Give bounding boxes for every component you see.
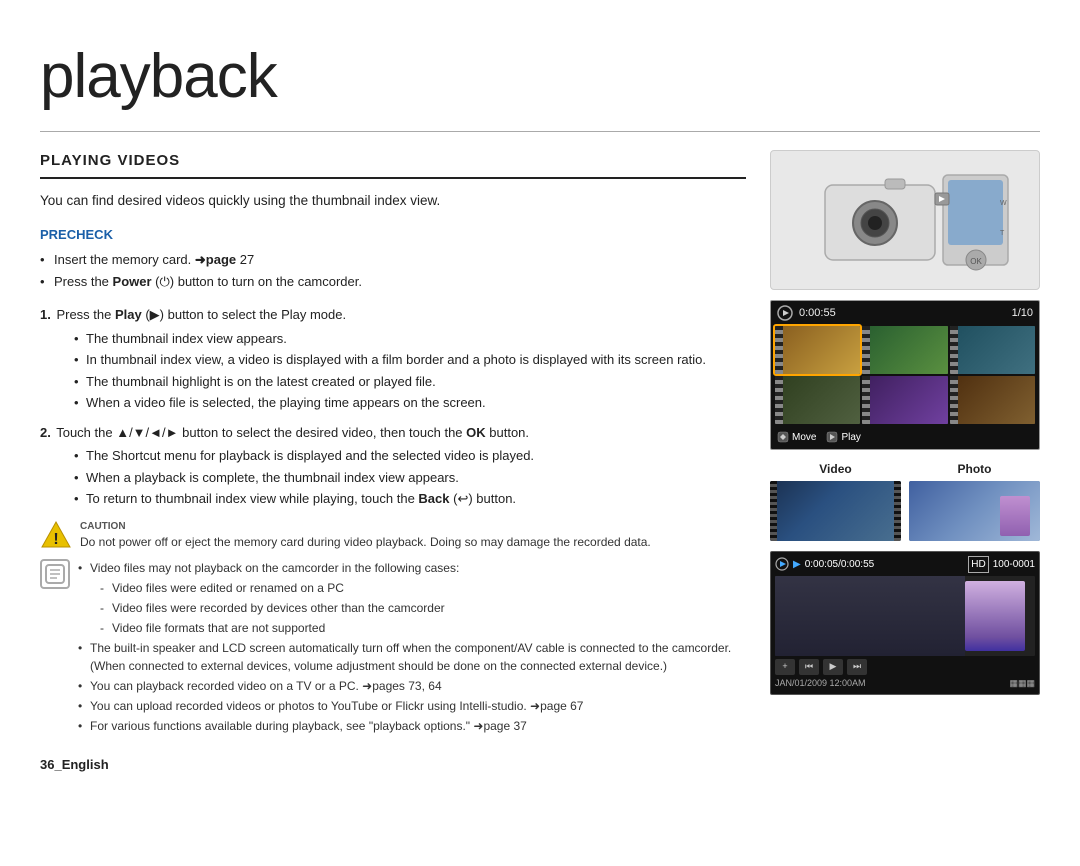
precheck-item-1: Insert the memory card. ➜page 27 (40, 250, 746, 270)
svg-text:T: T (1000, 230, 1005, 237)
note-item-2: The built-in speaker and LCD screen auto… (78, 639, 746, 675)
note-sub-1a: Video files were edited or renamed on a … (100, 579, 746, 597)
main-layout: PLAYING VIDEOS You can find desired vide… (40, 150, 1040, 775)
pb-subject (965, 581, 1025, 651)
thumb-grid (775, 326, 1035, 424)
vp-video: Video (770, 460, 901, 541)
note-sub-1b: Video files were recorded by devices oth… (100, 599, 746, 617)
note-sublist-1: Video files were edited or renamed on a … (90, 579, 746, 637)
thumb-play: Play (826, 430, 860, 445)
pb-filenum: 100-0001 (993, 557, 1035, 572)
pb-header: ▶ 0:00:05/0:00:55 HD 100-0001 (775, 556, 1035, 573)
section-title: PLAYING VIDEOS (40, 150, 746, 179)
note-item-4: You can upload recorded videos or photos… (78, 697, 746, 715)
play-label: Play (841, 430, 860, 445)
step-2-sub-1: The Shortcut menu for playback is displa… (74, 446, 746, 466)
video-label: Video (819, 460, 851, 478)
note-box: Video files may not playback on the camc… (40, 559, 746, 737)
vp-row: Video Photo (770, 460, 1040, 541)
step-2-sub-3: To return to thumbnail index view while … (74, 489, 746, 509)
thumb-move: Move (777, 430, 816, 445)
pb-video-area (775, 576, 1035, 656)
content-area: PLAYING VIDEOS You can find desired vide… (40, 150, 746, 775)
svg-text:!: ! (53, 531, 58, 548)
note-sub-1c: Video file formats that are not supporte… (100, 619, 746, 637)
video-thumb (770, 481, 901, 541)
thumb-cell-6[interactable] (950, 376, 1035, 424)
pb-controls: + ⏮ ▶ ⏭ (775, 659, 1035, 675)
svg-text:W: W (1000, 200, 1007, 207)
vp-photo: Photo (909, 460, 1040, 541)
page-ref-1: ➜page (195, 252, 236, 267)
step-1-sub-3: The thumbnail highlight is on the latest… (74, 372, 746, 392)
note-item-1: Video files may not playback on the camc… (78, 559, 746, 637)
note-list: Video files may not playback on the camc… (78, 559, 746, 737)
pb-prev-btn[interactable]: ⏮ (799, 659, 819, 675)
pb-vol-btn[interactable]: + (775, 659, 795, 675)
caution-box: ! CAUTION Do not power off or eject the … (40, 519, 746, 551)
caution-text: Do not power off or eject the memory car… (80, 534, 651, 551)
thumb-counter: 1/10 (1012, 305, 1033, 322)
step-1-subitems: The thumbnail index view appears. In thu… (54, 329, 746, 413)
thumb-time: 0:00:55 (799, 305, 836, 322)
thumb-panel: 0:00:55 1/10 (770, 300, 1040, 450)
thumb-cell-1[interactable] (775, 326, 860, 374)
step-1: 1. Press the Play (▶) button to select t… (40, 305, 746, 413)
photo-label: Photo (958, 460, 992, 478)
pb-play-symbol: ▶ (793, 557, 801, 572)
thumb-cell-5[interactable] (862, 376, 947, 424)
note-item-3: You can playback recorded video on a TV … (78, 677, 746, 695)
step-2: 2. Touch the ▲/▼/◄/► button to select th… (40, 423, 746, 509)
step-1-sub-4: When a video file is selected, the playi… (74, 393, 746, 413)
photo-thumb (909, 481, 1040, 541)
step-2-subitems: The Shortcut menu for playback is displa… (54, 446, 746, 509)
pb-footer: JAN/01/2009 12:00AM ▦▦▦ (775, 677, 1035, 691)
thumb-cell-2[interactable] (862, 326, 947, 374)
pb-next-btn[interactable]: ⏭ (847, 659, 867, 675)
page-title: playback (40, 30, 1040, 132)
pb-timestamp: JAN/01/2009 12:00AM (775, 677, 866, 691)
playback-screen: ▶ 0:00:05/0:00:55 HD 100-0001 + ⏮ ▶ ⏭ (770, 551, 1040, 696)
precheck-list: Insert the memory card. ➜page 27 Press t… (40, 250, 746, 291)
intro-text: You can find desired videos quickly usin… (40, 191, 746, 211)
step-2-sub-2: When a playback is complete, the thumbna… (74, 468, 746, 488)
pb-quality: HD (968, 556, 988, 573)
thumb-cell-3[interactable] (950, 326, 1035, 374)
caution-icon: ! (40, 519, 72, 551)
right-panel: OK W T 0:00:55 1/10 (770, 150, 1040, 775)
caution-label: CAUTION (80, 519, 651, 534)
note-icon (40, 559, 70, 589)
pb-play-btn[interactable]: ▶ (823, 659, 843, 675)
step-1-sub-1: The thumbnail index view appears. (74, 329, 746, 349)
svg-text:OK: OK (970, 257, 982, 266)
thumb-cell-4[interactable] (775, 376, 860, 424)
pb-audio-icon: ▦▦▦ (1009, 677, 1035, 691)
page-footer: 36_English (40, 755, 746, 775)
camera-diagram: OK W T (770, 150, 1040, 290)
step-1-sub-2: In thumbnail index view, a video is disp… (74, 350, 746, 370)
move-label: Move (792, 430, 816, 445)
thumb-header: 0:00:55 1/10 (775, 305, 1035, 322)
pb-timecode: 0:00:05/0:00:55 (805, 557, 875, 572)
precheck-item-2: Press the Power (⏻) button to turn on th… (40, 272, 746, 292)
note-item-5: For various functions available during p… (78, 717, 746, 735)
precheck-label: PRECHECK (40, 225, 746, 245)
thumb-footer: Move Play (775, 428, 1035, 445)
